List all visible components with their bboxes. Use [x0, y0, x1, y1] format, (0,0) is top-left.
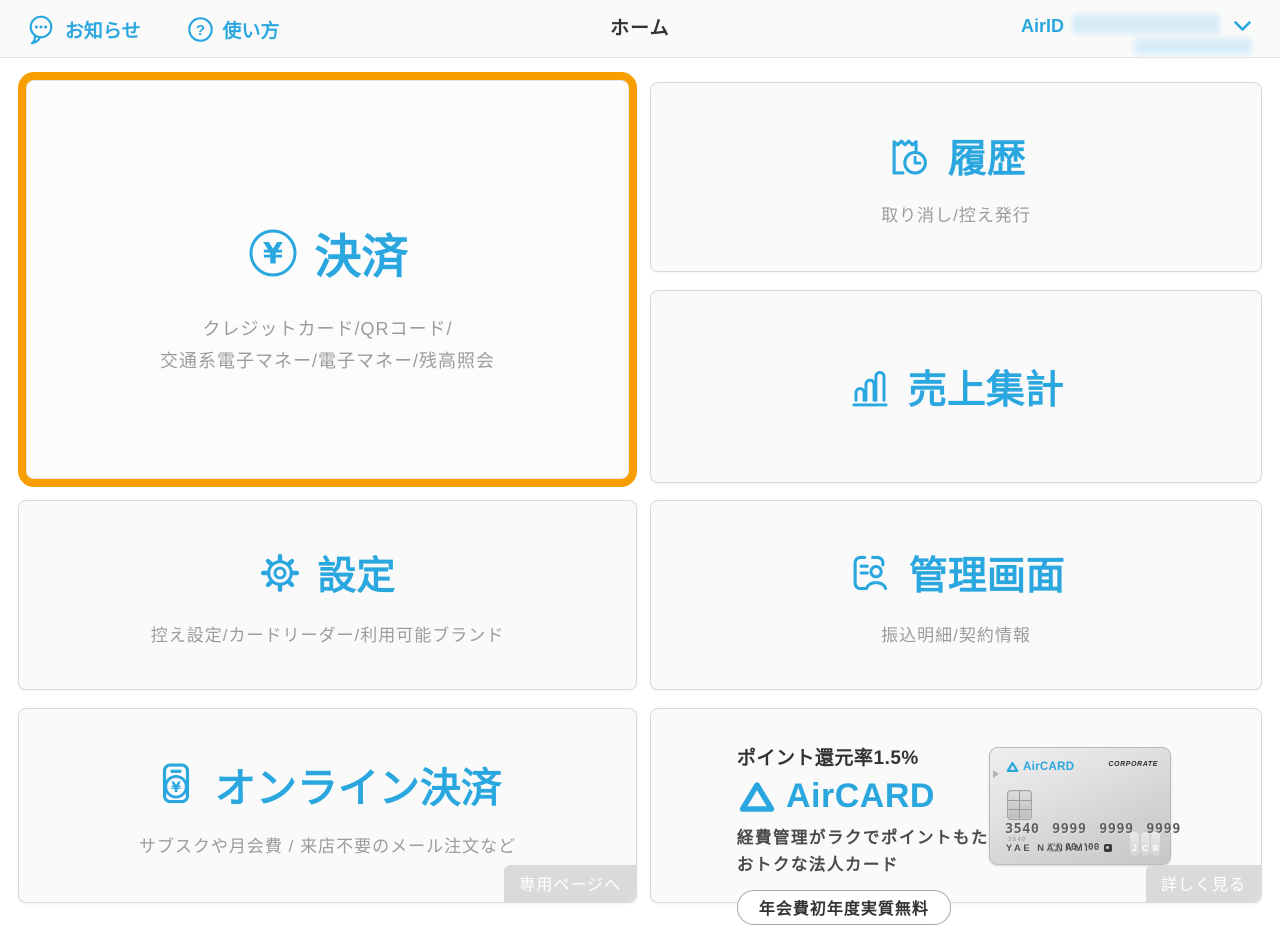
card-corporate-label: CORPORATE [1108, 761, 1158, 768]
jcb-logo-icon: J C B [1130, 832, 1160, 856]
aircard-ad-text: ポイント還元率1.5% AirCARD 経費管理がラクでポイントもたまる おトク… [737, 743, 1025, 926]
aircard-copy: 経費管理がラクでポイントもたまる おトクな法人カード [737, 829, 1025, 875]
history-title: 履歴 [947, 138, 1026, 181]
sales-summary-card[interactable]: 売上集計 [650, 290, 1262, 483]
account-name-redacted [1072, 14, 1220, 34]
aircard-brand-text: AirCARD [786, 777, 935, 815]
history-subtitle: 取り消し/控え発行 [881, 206, 1031, 225]
aircard-headline: ポイント還元率1.5% [737, 748, 919, 769]
aircard-card-image: AirCARD CORPORATE 3540 9999 9999 9999 35… [989, 747, 1180, 865]
settings-card[interactable]: 設定 控え設定/カードリーダー/利用可能ブランド [18, 500, 637, 690]
chevron-down-icon[interactable] [1233, 20, 1252, 33]
account-menu[interactable]: AirID [970, 0, 1270, 58]
svg-text:¥: ¥ [262, 236, 282, 270]
card-chip [1007, 790, 1032, 820]
online-payment-card[interactable]: ¥ オンライン決済 サブスクや月会費 / 来店不要のメール注文など 専用ページへ [18, 708, 637, 903]
admin-screen-subtitle: 振込明細/契約情報 [881, 625, 1031, 645]
yen-circle-icon: ¥ [247, 227, 299, 279]
online-page-tag[interactable]: 専用ページへ [504, 865, 636, 902]
aircard-badge: 年会費初年度実質無料 [737, 890, 952, 926]
gear-icon [259, 552, 301, 594]
card-bin: 3540 [1008, 836, 1027, 843]
card-holder-name: YAE NANAMI [1006, 843, 1091, 854]
card-brand-logo: AirCARD [1006, 761, 1074, 773]
svg-text:¥: ¥ [171, 780, 181, 796]
admin-screen-title: 管理画面 [908, 554, 1065, 598]
aircard-ad-card[interactable]: ポイント還元率1.5% AirCARD 経費管理がラクでポイントもたまる おトク… [650, 708, 1262, 926]
settings-title: 設定 [317, 554, 396, 598]
receipt-clock-icon [886, 134, 932, 178]
aircard-triangle-logo-icon [737, 779, 777, 815]
online-payment-title: オンライン決済 [215, 765, 502, 811]
aircard-detail-tag[interactable]: 詳しく見る [1145, 865, 1261, 902]
sales-summary-title: 売上集計 [907, 368, 1064, 412]
header: お知らせ ? 使い方 ホーム AirID [0, 0, 1280, 58]
payment-subtitle: クレジットカード/QRコード/ 交通系電子マネー/電子マネー/残高照会 [159, 319, 495, 372]
card-mini-mark-icon [1103, 843, 1112, 852]
right-column: 履歴 取り消し/控え発行 売上集計 管理画面 振込明細/契約情報 ポイント還元率… [650, 82, 1262, 926]
account-name-redacted-2 [1134, 38, 1252, 55]
online-payment-subtitle: サブスクや月会費 / 来店不要のメール注文など [138, 837, 517, 856]
payment-card[interactable]: ¥ 決済 クレジットカード/QRコード/ 交通系電子マネー/電子マネー/残高照会 [18, 72, 637, 487]
history-card[interactable]: 履歴 取り消し/控え発行 [650, 82, 1262, 272]
phone-yen-icon: ¥ [153, 761, 199, 807]
card-holo-mark [993, 770, 999, 778]
admin-screen-card[interactable]: 管理画面 振込明細/契約情報 [650, 500, 1262, 690]
id-card-person-icon [847, 551, 893, 595]
settings-subtitle: 控え設定/カードリーダー/利用可能ブランド [150, 625, 505, 645]
airid-label: AirID [1020, 16, 1064, 36]
bar-chart-icon [848, 366, 892, 408]
payment-title: 決済 [314, 230, 409, 283]
left-column: ¥ 決済 クレジットカード/QRコード/ 交通系電子マネー/電子マネー/残高照会 [18, 72, 637, 903]
